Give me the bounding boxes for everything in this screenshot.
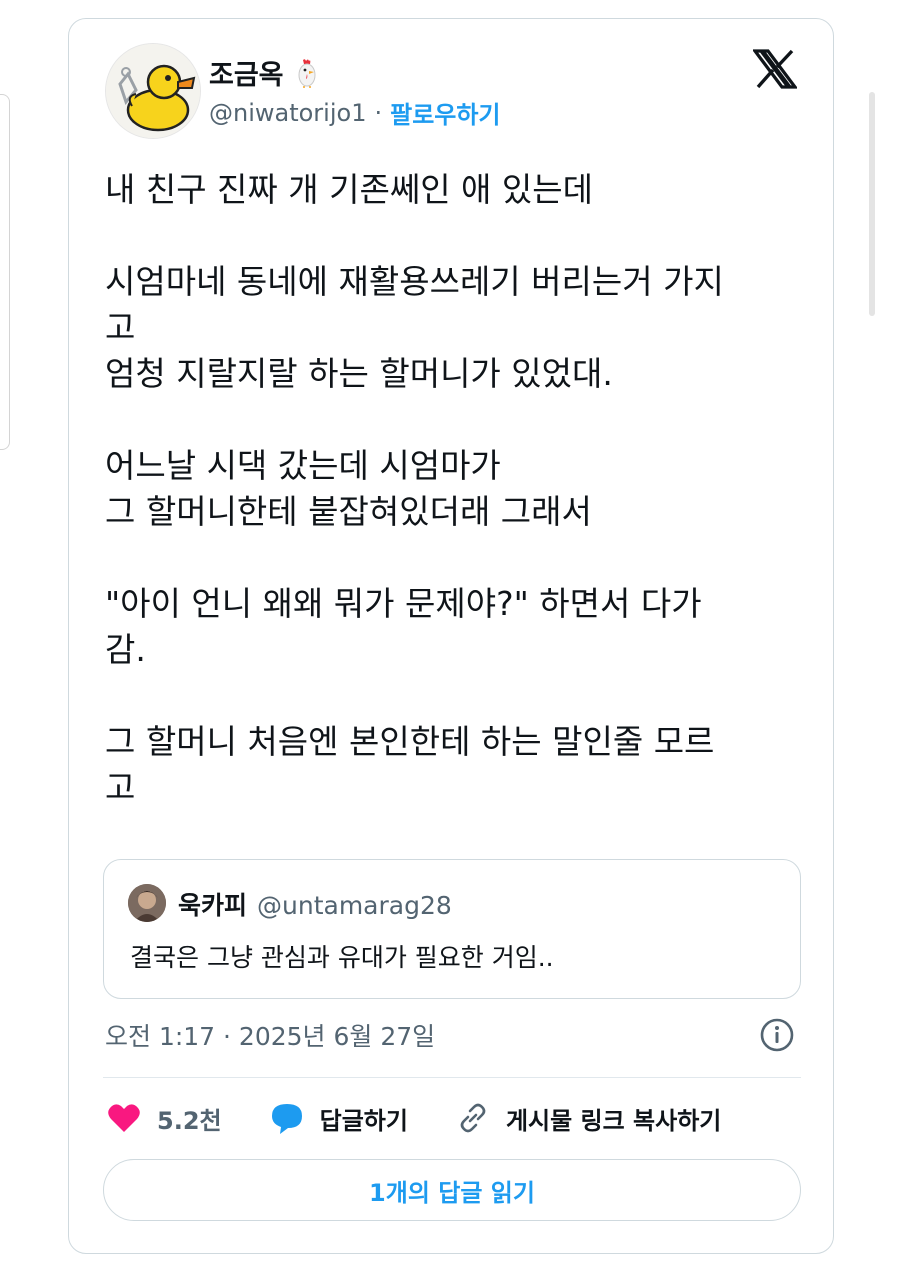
tweet-card: 조금옥 @niwatorijo1 · 팔로우하기 내 친구 진짜 개 기존쎄인 … [68,18,834,1254]
tweet-line: 시엄마네 동네에 재활용쓰레기 버리는거 가지 [105,262,724,301]
scrollbar[interactable] [869,92,875,316]
quote-handle[interactable]: @untamarag28 [257,891,452,920]
tweet-line: "아이 언니 왜왜 뭐가 문제야?" 하면서 다가 [105,584,702,623]
chicken-icon [298,58,316,88]
like-button[interactable]: 5.2천 [105,1099,222,1137]
x-logo-icon[interactable] [753,49,797,89]
heart-icon [108,1104,140,1132]
tweet-line: 고 [105,768,136,807]
info-icon[interactable] [759,1017,795,1053]
divider [103,1077,801,1078]
tweet-text: 내 친구 진짜 개 기존쎄인 애 있는데 시엄마네 동네에 재활용쓰레기 버리는… [105,167,805,811]
tweet-line: 고 [105,308,136,347]
quote-avatar-image [128,884,166,922]
reply-button[interactable]: 답글하기 [268,1099,408,1137]
avatar[interactable] [105,43,201,139]
quote-header: 욱카피 @untamarag28 [178,886,452,922]
quote-text: 결국은 그냥 관심과 유대가 필요한 거임.. [130,943,554,972]
action-bar: 5.2천 답글하기 게시물 링크 복사하기 [105,1093,805,1143]
left-edge-panel [0,94,10,450]
tweet-line: 감. [105,630,146,669]
tweet-timestamp[interactable]: 오전 1:17 · 2025년 6월 27일 [105,1017,435,1053]
author-name-row: 조금옥 [209,53,320,92]
tweet-line: 어느날 시댁 갔는데 시엄마가 [105,446,501,485]
reply-label: 답글하기 [319,1106,408,1135]
rubber-duck-avatar-icon [106,44,200,138]
copy-link-button[interactable]: 게시물 링크 복사하기 [454,1099,721,1137]
follow-button[interactable]: 팔로우하기 [390,95,500,130]
speech-bubble-icon [271,1104,302,1134]
quote-avatar[interactable] [128,884,166,922]
separator-dot: · [374,98,383,127]
read-replies-button[interactable]: 1개의 답글 읽기 [103,1159,801,1221]
quote-display-name[interactable]: 욱카피 [178,886,247,922]
author-handle-row: @niwatorijo1 · 팔로우하기 [209,95,501,130]
tweet-line: 그 할머니 처음엔 본인한테 하는 말인줄 모르 [105,722,715,761]
copy-link-label: 게시물 링크 복사하기 [505,1106,722,1135]
author-display-name[interactable]: 조금옥 [209,53,284,92]
tweet-line: 내 친구 진짜 개 기존쎄인 애 있는데 [105,170,593,209]
tweet-line: 그 할머니한테 붙잡혀있더래 그래서 [105,492,592,531]
link-icon [460,1103,486,1133]
tweet-line: 엄청 지랄지랄 하는 할머니가 있었대. [105,354,613,393]
like-count: 5.2천 [157,1106,222,1135]
author-handle[interactable]: @niwatorijo1 [209,99,366,127]
quoted-tweet[interactable]: 욱카피 @untamarag28 결국은 그냥 관심과 유대가 필요한 거임.. [103,859,801,999]
